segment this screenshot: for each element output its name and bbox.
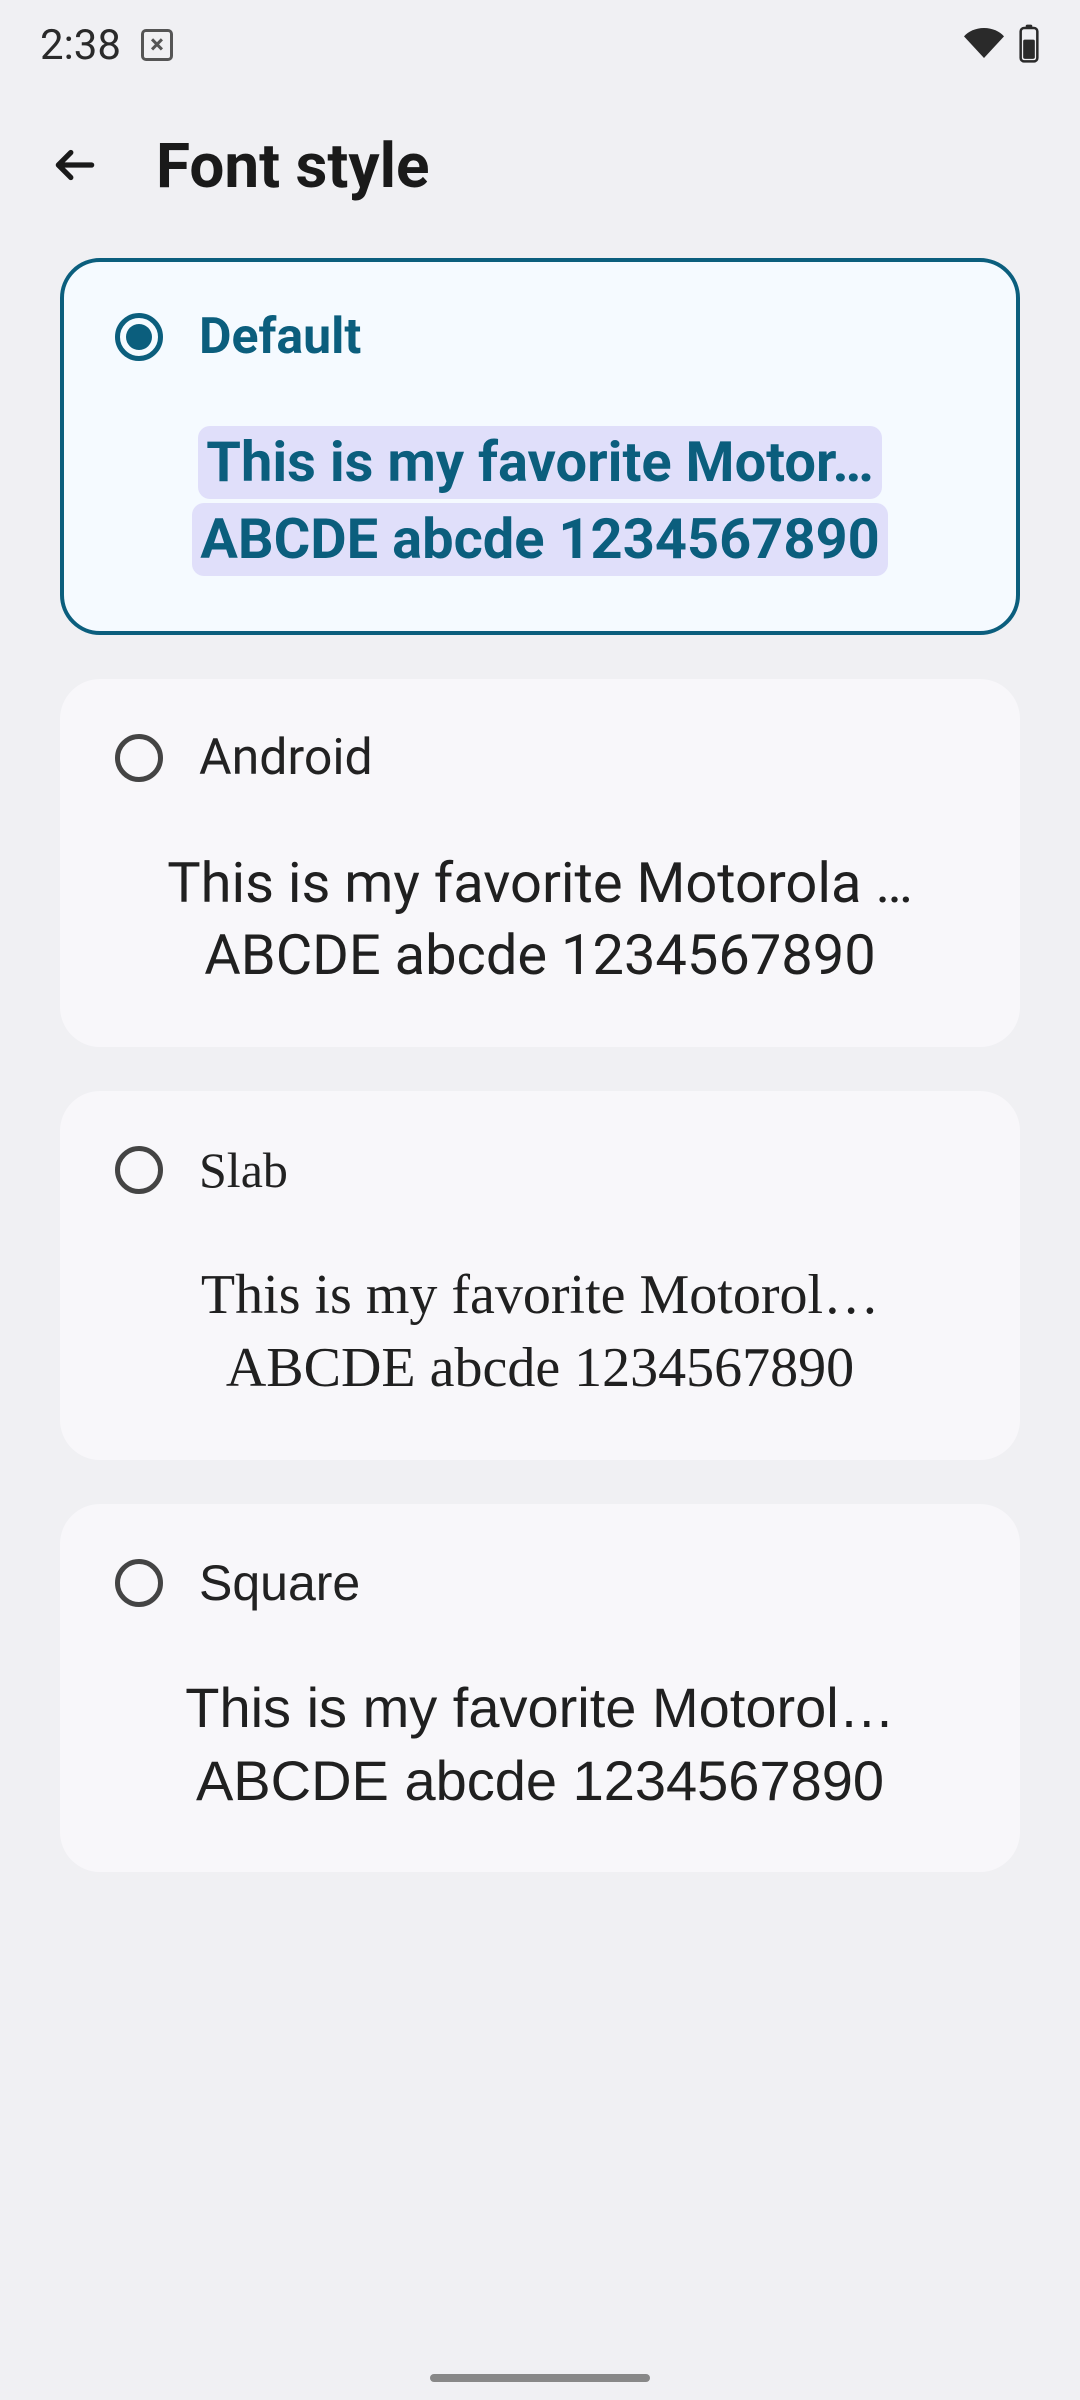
battery-icon — [1018, 23, 1040, 67]
radio-icon[interactable] — [115, 1146, 163, 1194]
status-right — [964, 23, 1040, 67]
preview-line-2: ABCDE abcde 1234567890 — [192, 503, 887, 576]
option-label: Default — [199, 308, 361, 366]
font-option-slab[interactable]: Slab This is my favorite Motorol… ABCDE … — [60, 1091, 1020, 1460]
font-options-list: Default This is my favorite Motor… ABCDE… — [0, 243, 1080, 1872]
option-label: Android — [199, 729, 373, 787]
card-header: Slab — [115, 1141, 965, 1199]
preview-line-1: This is my favorite Motorol… — [115, 1672, 965, 1745]
status-time: 2:38 — [40, 21, 121, 70]
preview-line-2: ABCDE abcde 1234567890 — [115, 1332, 965, 1405]
preview-line-1: This is my favorite Motorola … — [115, 847, 965, 920]
font-option-android[interactable]: Android This is my favorite Motorola … A… — [60, 679, 1020, 1048]
font-option-default[interactable]: Default This is my favorite Motor… ABCDE… — [60, 258, 1020, 635]
back-arrow-icon[interactable] — [50, 140, 100, 194]
wifi-icon — [964, 23, 1004, 67]
header: Font style — [0, 90, 1080, 243]
delete-icon — [141, 29, 173, 61]
card-header: Square — [115, 1554, 965, 1612]
card-header: Default — [115, 308, 965, 366]
nav-handle[interactable] — [430, 2374, 650, 2382]
preview-line-1: This is my favorite Motorol… — [115, 1259, 965, 1332]
preview: This is my favorite Motorol… ABCDE abcde… — [115, 1259, 965, 1405]
option-label: Slab — [199, 1141, 288, 1199]
preview: This is my favorite Motor… ABCDE abcde 1… — [115, 426, 965, 580]
preview-line-2: ABCDE abcde 1234567890 — [115, 1745, 965, 1818]
option-label: Square — [199, 1554, 360, 1612]
preview-line-2: ABCDE abcde 1234567890 — [115, 919, 965, 992]
page-title: Font style — [156, 130, 429, 203]
preview: This is my favorite Motorola … ABCDE abc… — [115, 847, 965, 993]
status-left: 2:38 — [40, 21, 173, 70]
radio-icon[interactable] — [115, 734, 163, 782]
font-option-square[interactable]: Square This is my favorite Motorol… ABCD… — [60, 1504, 1020, 1873]
status-bar: 2:38 — [0, 0, 1080, 90]
preview-line-1: This is my favorite Motor… — [198, 426, 881, 499]
radio-icon[interactable] — [115, 1559, 163, 1607]
preview: This is my favorite Motorol… ABCDE abcde… — [115, 1672, 965, 1818]
radio-icon[interactable] — [115, 313, 163, 361]
card-header: Android — [115, 729, 965, 787]
